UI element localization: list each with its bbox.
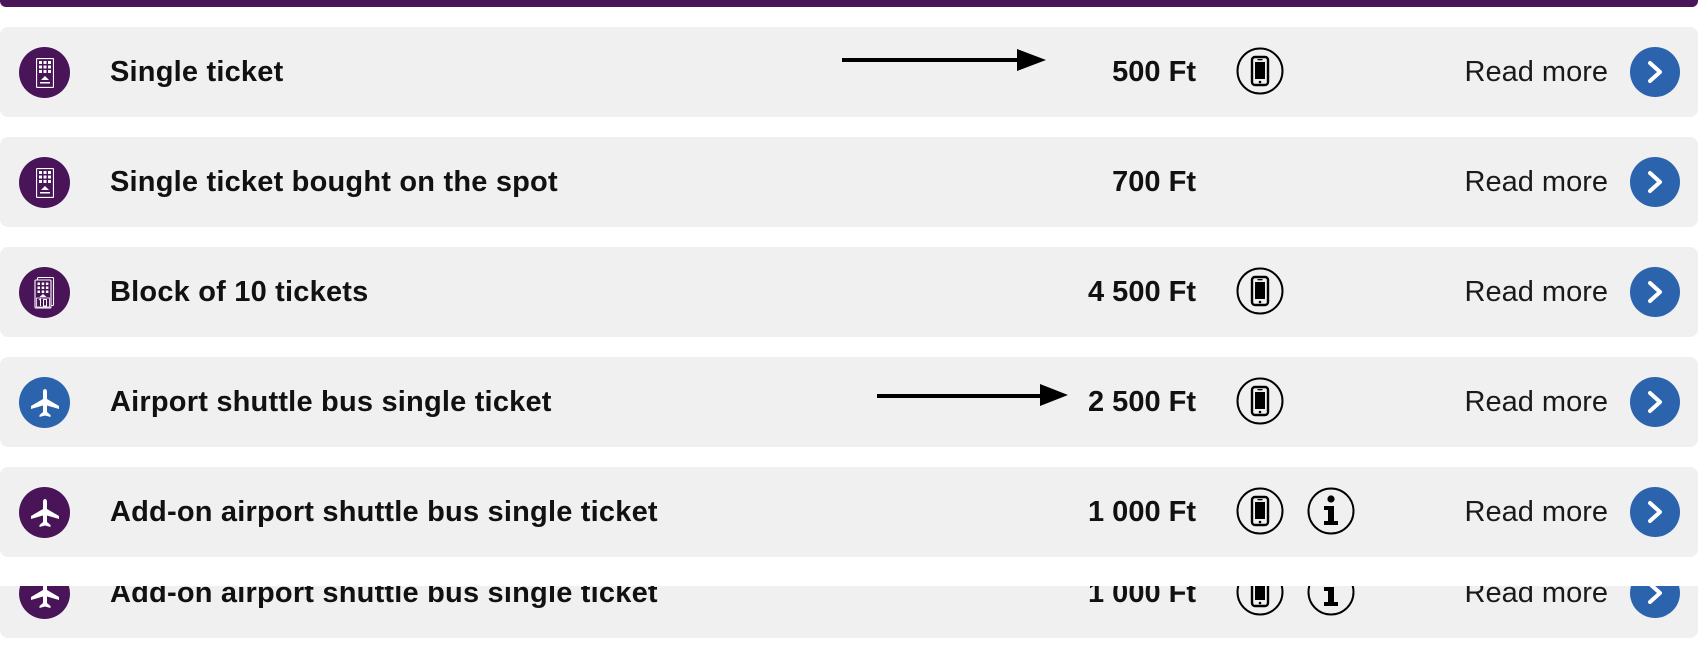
- ticket-price: 1 000 Ft: [1088, 496, 1196, 528]
- ticket-row: Add-on airport shuttle bus single ticket…: [0, 467, 1698, 557]
- ticket-price: 2 500 Ft: [1088, 386, 1196, 418]
- read-more-link[interactable]: Read more: [1465, 27, 1608, 117]
- ticket-row: Add-on airport shuttle bus single ticket…: [0, 586, 1698, 638]
- ticket-row: Single ticket bought on the spot 700 Ft …: [0, 137, 1698, 227]
- chevron-right-icon: [1648, 61, 1662, 83]
- ticket-price: 1 000 Ft: [1088, 586, 1196, 609]
- ticket-title: Single ticket bought on the spot: [110, 166, 558, 198]
- airplane-icon: [19, 586, 70, 619]
- ticket-price: 4 500 Ft: [1088, 276, 1196, 308]
- ticket-row-cropped: Add-on airport shuttle bus single ticket…: [0, 586, 1698, 638]
- info-icon[interactable]: [1307, 487, 1355, 535]
- chevron-right-icon: [1648, 586, 1662, 604]
- chevron-right-icon: [1648, 281, 1662, 303]
- read-more-link[interactable]: Read more: [1465, 586, 1608, 638]
- mobile-ticket-icon: [1236, 586, 1284, 616]
- chevron-right-button[interactable]: [1630, 487, 1680, 537]
- ticket-title: Single ticket: [110, 56, 284, 88]
- ticket-title: Add-on airport shuttle bus single ticket: [110, 586, 658, 609]
- airplane-icon: [19, 377, 70, 428]
- ticket-price: 700 Ft: [1112, 166, 1196, 198]
- ticket-title: Airport shuttle bus single ticket: [110, 386, 552, 418]
- chevron-right-icon: [1648, 501, 1662, 523]
- info-icon[interactable]: [1307, 586, 1355, 616]
- mobile-ticket-icon: [1236, 487, 1284, 535]
- ticket-price: 500 Ft: [1112, 56, 1196, 88]
- mobile-ticket-icon: [1236, 267, 1284, 315]
- ticket-title: Block of 10 tickets: [110, 276, 369, 308]
- ticket-row: Block of 10 tickets 4 500 Ft Read more: [0, 247, 1698, 337]
- arrow-annotation: [877, 384, 1068, 406]
- read-more-link[interactable]: Read more: [1465, 137, 1608, 227]
- ticket-row: Airport shuttle bus single ticket 2 500 …: [0, 357, 1698, 447]
- ticket-row: Single ticket 500 Ft Read more: [0, 27, 1698, 117]
- ticket-title: Add-on airport shuttle bus single ticket: [110, 496, 658, 528]
- read-more-link[interactable]: Read more: [1465, 467, 1608, 557]
- chevron-right-icon: [1648, 391, 1662, 413]
- ticket-icon: [19, 157, 70, 208]
- ticket-icon: [19, 47, 70, 98]
- chevron-right-button[interactable]: [1630, 267, 1680, 317]
- mobile-ticket-icon: [1236, 47, 1284, 95]
- mobile-ticket-icon: [1236, 377, 1284, 425]
- chevron-right-button[interactable]: [1630, 377, 1680, 427]
- arrow-annotation: [842, 49, 1046, 71]
- chevron-right-button[interactable]: [1630, 47, 1680, 97]
- ticket-block-10-icon: [19, 267, 70, 318]
- ticket-list: Single ticket 500 Ft Read more Single ti…: [0, 0, 1698, 666]
- chevron-right-icon: [1648, 171, 1662, 193]
- read-more-link[interactable]: Read more: [1465, 247, 1608, 337]
- airplane-icon: [19, 487, 70, 538]
- read-more-link[interactable]: Read more: [1465, 357, 1608, 447]
- chevron-right-button[interactable]: [1630, 157, 1680, 207]
- chevron-right-button[interactable]: [1630, 586, 1680, 618]
